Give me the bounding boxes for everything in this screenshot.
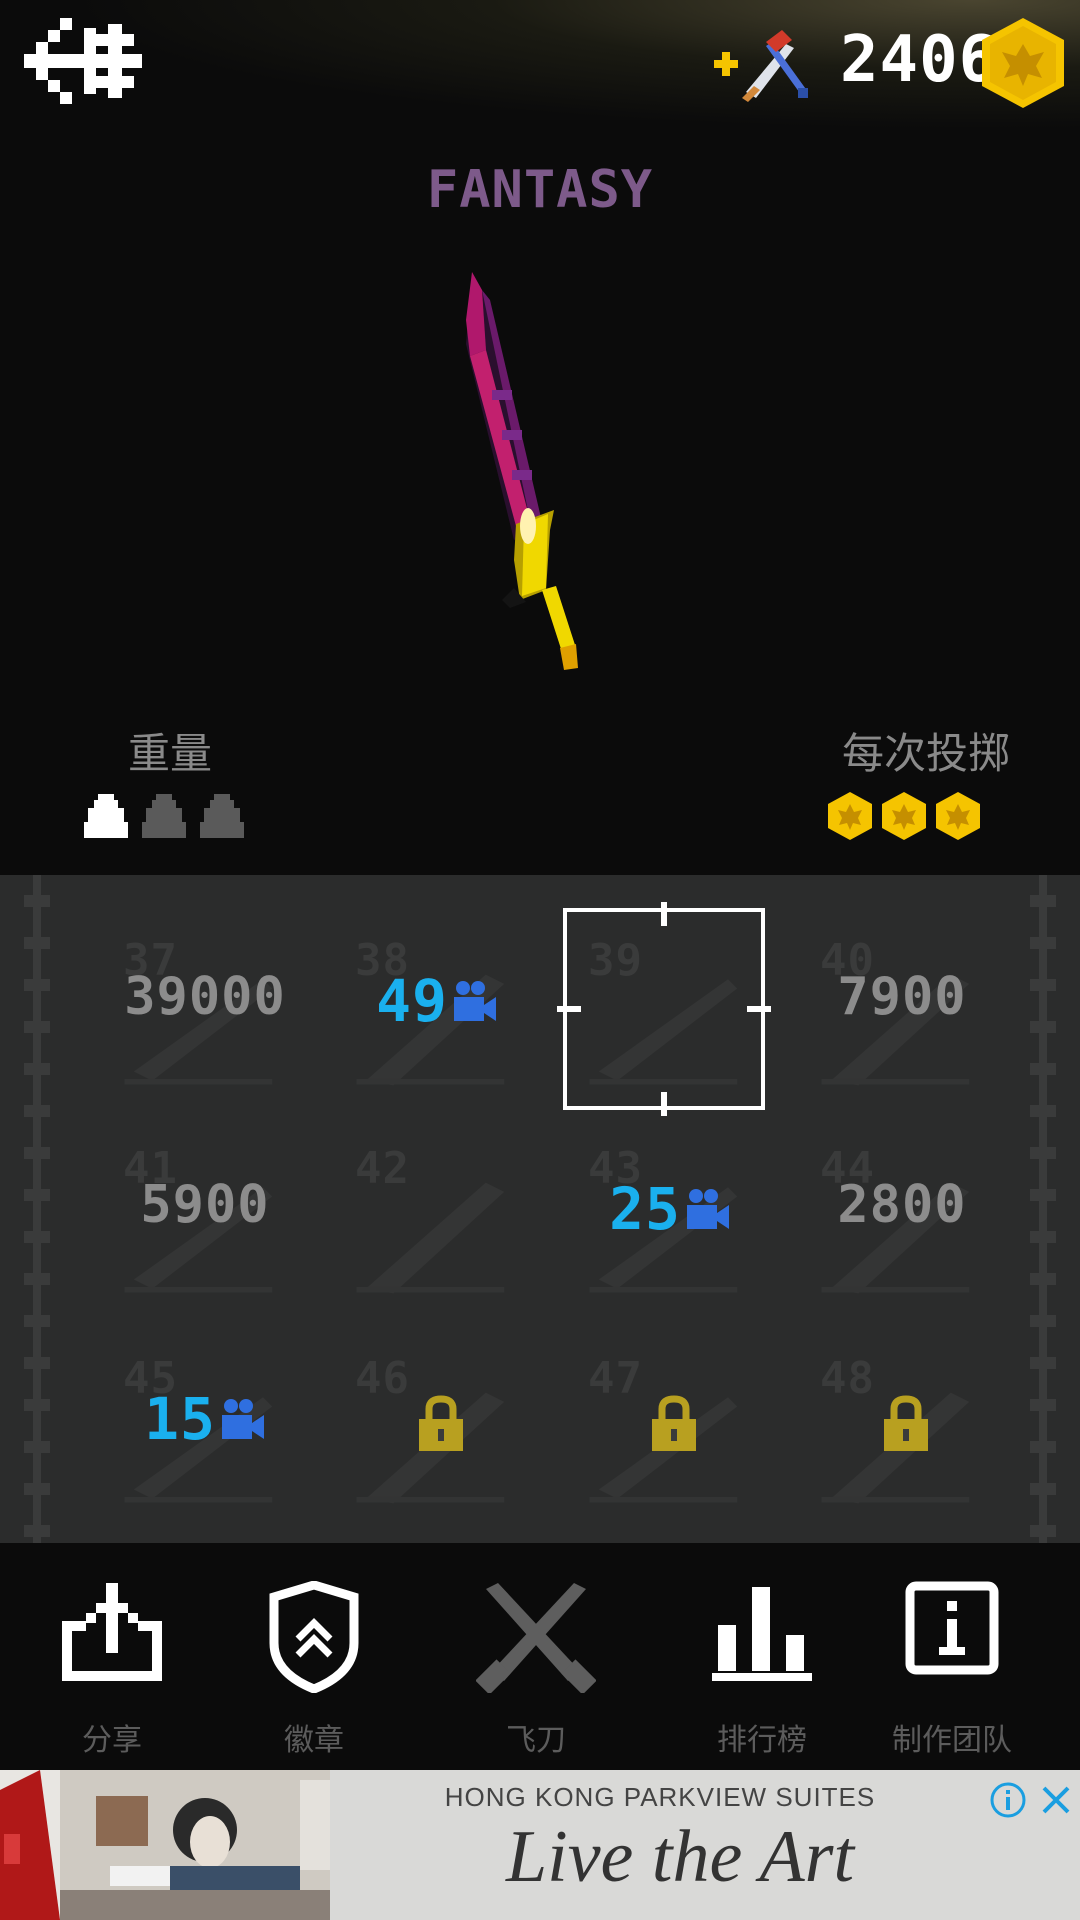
crossed-knives-icon — [476, 1583, 596, 1693]
credits-label: 制作团队 — [892, 1723, 1012, 1758]
slot-price: 5900 — [140, 1175, 270, 1235]
slot-number: 48 — [820, 1353, 875, 1404]
share-button[interactable]: 分享 — [12, 1545, 212, 1770]
knife-slot-48[interactable]: 48 — [802, 1333, 1002, 1523]
reward-indicator — [826, 790, 988, 846]
knife-slot-38[interactable]: 38 49 — [337, 915, 537, 1105]
top-bar: 2406 — [0, 0, 1080, 140]
badges-label: 徽章 — [284, 1723, 344, 1758]
knife-slot-43[interactable]: 43 25 — [570, 1123, 770, 1313]
lock-icon — [650, 1395, 698, 1457]
coin-icon — [934, 790, 982, 846]
ad-tagline: Live the Art — [505, 1816, 855, 1898]
knife-slot-47[interactable]: 47 — [570, 1333, 770, 1523]
ad-info-icon[interactable] — [988, 1780, 1028, 1820]
lock-icon — [417, 1395, 465, 1457]
back-arrow-icon[interactable] — [24, 18, 144, 104]
lock-icon — [882, 1395, 930, 1457]
coin-icon — [982, 18, 1064, 108]
knife-silhouette-icon — [356, 1182, 505, 1294]
leaderboard-icon — [712, 1587, 812, 1681]
weight-label: 重量 — [127, 729, 212, 778]
slot-price: 2800 — [837, 1175, 967, 1235]
knife-slot-45[interactable]: 45 15 — [105, 1333, 305, 1523]
fantasy-sword-icon — [466, 272, 578, 670]
left-rail — [24, 875, 50, 1543]
coin-icon — [880, 790, 928, 846]
badges-button[interactable]: 徽章 — [214, 1545, 414, 1770]
badge-shield-icon — [269, 1581, 359, 1693]
slot-number: 47 — [588, 1353, 643, 1404]
knives-button[interactable]: 飞刀 — [436, 1545, 636, 1770]
slot-video-count: 25 — [570, 1175, 770, 1247]
knife-shop-icon[interactable] — [712, 26, 816, 104]
share-icon — [62, 1583, 162, 1681]
ad-photo — [0, 1770, 330, 1920]
slot-number: 46 — [355, 1353, 410, 1404]
selection-frame — [557, 902, 771, 1116]
weapon-title: FANTASY — [426, 160, 654, 220]
slot-video-count: 15 — [105, 1385, 305, 1457]
weight-indicator — [82, 794, 256, 842]
bottom-nav: 分享 徽章 飞刀 排行榜 制作团队 — [0, 1545, 1080, 1770]
video-camera-icon — [685, 1179, 731, 1247]
slot-price: 7900 — [837, 967, 967, 1027]
video-camera-icon — [452, 971, 498, 1039]
video-camera-icon — [220, 1389, 266, 1457]
slot-number: 42 — [355, 1143, 410, 1194]
per-throw-label: 每次投掷 — [841, 729, 1010, 778]
weight-icon — [82, 794, 130, 842]
info-icon — [905, 1581, 999, 1675]
share-label: 分享 — [82, 1723, 142, 1758]
knife-slot-41[interactable]: 41 5900 — [105, 1123, 305, 1313]
coin-icon — [826, 790, 874, 846]
knife-slot-42[interactable]: 42 — [337, 1123, 537, 1313]
ad-banner[interactable]: HONG KONG PARKVIEW SUITES Live the Art — [0, 1770, 1080, 1920]
knife-slot-37[interactable]: 37 39000 — [105, 915, 305, 1105]
knife-slot-46[interactable]: 46 — [337, 1333, 537, 1523]
slot-price: 39000 — [124, 967, 286, 1027]
credits-button[interactable]: 制作团队 — [852, 1545, 1052, 1770]
ad-hotel-name: HONG KONG PARKVIEW SUITES — [444, 1782, 876, 1812]
slot-video-count: 49 — [337, 967, 537, 1039]
ad-close-icon[interactable] — [1036, 1780, 1076, 1820]
weight-icon — [140, 794, 188, 842]
knife-slot-44[interactable]: 44 2800 — [802, 1123, 1002, 1313]
knife-grid-panel: 37 39000 38 49 39 40 7900 41 5900 42 43 25 44 2800 45 1… — [0, 875, 1080, 1543]
coin-count: 2406 — [840, 23, 999, 97]
leaderboard-button[interactable]: 排行榜 — [662, 1545, 862, 1770]
knife-slot-40[interactable]: 40 7900 — [802, 915, 1002, 1105]
leaderboard-label: 排行榜 — [717, 1723, 807, 1758]
weight-icon — [198, 794, 246, 842]
knives-label: 飞刀 — [506, 1723, 566, 1758]
